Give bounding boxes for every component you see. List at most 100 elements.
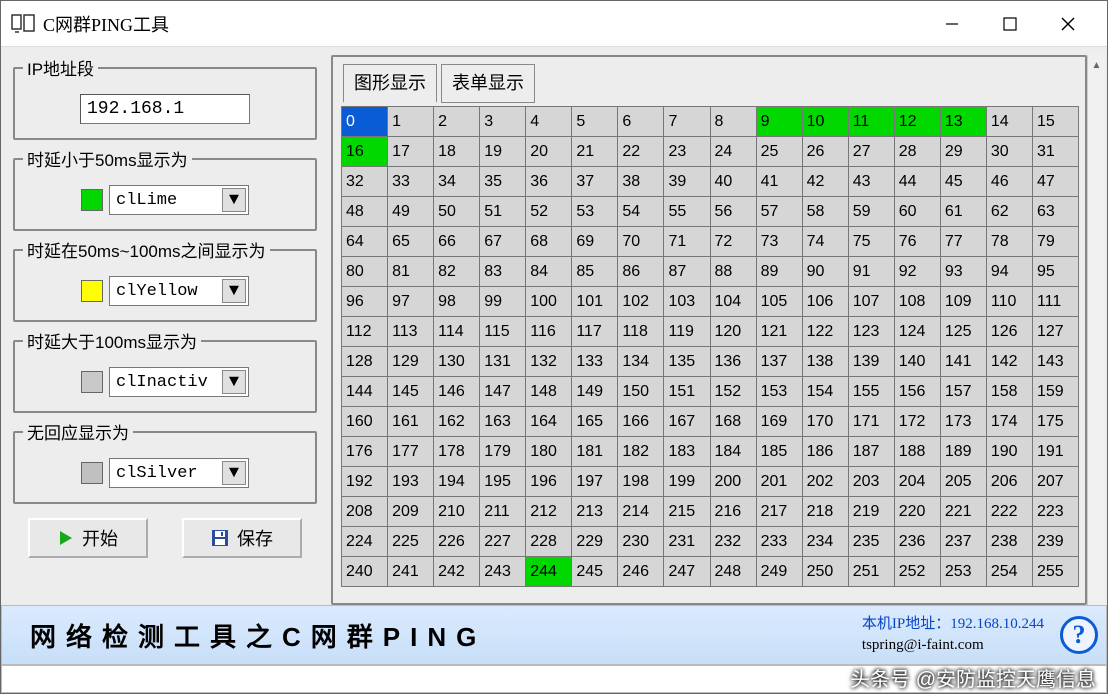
ip-cell[interactable]: 202 xyxy=(803,467,849,497)
ip-cell[interactable]: 180 xyxy=(526,437,572,467)
ip-cell[interactable]: 231 xyxy=(664,527,710,557)
ip-cell[interactable]: 90 xyxy=(803,257,849,287)
ip-cell[interactable]: 148 xyxy=(526,377,572,407)
ip-cell[interactable]: 84 xyxy=(526,257,572,287)
ip-cell[interactable]: 110 xyxy=(987,287,1033,317)
ip-cell[interactable]: 224 xyxy=(342,527,388,557)
ip-cell[interactable]: 210 xyxy=(434,497,480,527)
ip-cell[interactable]: 108 xyxy=(895,287,941,317)
ip-cell[interactable]: 4 xyxy=(526,107,572,137)
ip-cell[interactable]: 33 xyxy=(388,167,434,197)
ip-cell[interactable]: 54 xyxy=(618,197,664,227)
ip-cell[interactable]: 81 xyxy=(388,257,434,287)
ip-cell[interactable]: 149 xyxy=(572,377,618,407)
ip-cell[interactable]: 80 xyxy=(342,257,388,287)
ip-cell[interactable]: 93 xyxy=(941,257,987,287)
ip-cell[interactable]: 47 xyxy=(1033,167,1079,197)
ip-cell[interactable]: 167 xyxy=(664,407,710,437)
ip-cell[interactable]: 59 xyxy=(849,197,895,227)
minimize-button[interactable] xyxy=(923,1,981,47)
ip-cell[interactable]: 133 xyxy=(572,347,618,377)
ip-cell[interactable]: 79 xyxy=(1033,227,1079,257)
ip-cell[interactable]: 176 xyxy=(342,437,388,467)
ip-cell[interactable]: 100 xyxy=(526,287,572,317)
ip-cell[interactable]: 122 xyxy=(803,317,849,347)
ip-cell[interactable]: 43 xyxy=(849,167,895,197)
ip-cell[interactable]: 121 xyxy=(757,317,803,347)
ip-cell[interactable]: 63 xyxy=(1033,197,1079,227)
ip-cell[interactable]: 134 xyxy=(618,347,664,377)
ip-cell[interactable]: 45 xyxy=(941,167,987,197)
ip-cell[interactable]: 216 xyxy=(711,497,757,527)
ip-cell[interactable]: 86 xyxy=(618,257,664,287)
ip-cell[interactable]: 17 xyxy=(388,137,434,167)
ip-cell[interactable]: 107 xyxy=(849,287,895,317)
ip-cell[interactable]: 182 xyxy=(618,437,664,467)
ip-cell[interactable]: 119 xyxy=(664,317,710,347)
ip-cell[interactable]: 11 xyxy=(849,107,895,137)
ip-cell[interactable]: 253 xyxy=(941,557,987,587)
ip-cell[interactable]: 98 xyxy=(434,287,480,317)
start-button[interactable]: 开始 xyxy=(28,518,148,558)
ip-cell[interactable]: 209 xyxy=(388,497,434,527)
ip-cell[interactable]: 160 xyxy=(342,407,388,437)
ip-cell[interactable]: 146 xyxy=(434,377,480,407)
ip-cell[interactable]: 242 xyxy=(434,557,480,587)
ip-cell[interactable]: 214 xyxy=(618,497,664,527)
ip-cell[interactable]: 155 xyxy=(849,377,895,407)
ip-cell[interactable]: 192 xyxy=(342,467,388,497)
ip-cell[interactable]: 158 xyxy=(987,377,1033,407)
ip-cell[interactable]: 154 xyxy=(803,377,849,407)
ip-cell[interactable]: 76 xyxy=(895,227,941,257)
ip-cell[interactable]: 166 xyxy=(618,407,664,437)
ip-cell[interactable]: 102 xyxy=(618,287,664,317)
ip-cell[interactable]: 20 xyxy=(526,137,572,167)
ip-cell[interactable]: 65 xyxy=(388,227,434,257)
ip-cell[interactable]: 168 xyxy=(711,407,757,437)
ip-cell[interactable]: 112 xyxy=(342,317,388,347)
ip-cell[interactable]: 131 xyxy=(480,347,526,377)
ip-cell[interactable]: 9 xyxy=(757,107,803,137)
ip-cell[interactable]: 68 xyxy=(526,227,572,257)
save-button[interactable]: 保存 xyxy=(182,518,302,558)
ip-cell[interactable]: 14 xyxy=(987,107,1033,137)
latency-low-combo[interactable]: clLime ▼ xyxy=(109,185,249,215)
ip-cell[interactable]: 46 xyxy=(987,167,1033,197)
ip-cell[interactable]: 94 xyxy=(987,257,1033,287)
ip-cell[interactable]: 244 xyxy=(526,557,572,587)
ip-cell[interactable]: 27 xyxy=(849,137,895,167)
ip-cell[interactable]: 215 xyxy=(664,497,710,527)
ip-cell[interactable]: 136 xyxy=(711,347,757,377)
ip-cell[interactable]: 92 xyxy=(895,257,941,287)
ip-cell[interactable]: 1 xyxy=(388,107,434,137)
ip-cell[interactable]: 151 xyxy=(664,377,710,407)
ip-cell[interactable]: 177 xyxy=(388,437,434,467)
ip-cell[interactable]: 245 xyxy=(572,557,618,587)
ip-cell[interactable]: 5 xyxy=(572,107,618,137)
ip-cell[interactable]: 126 xyxy=(987,317,1033,347)
ip-cell[interactable]: 39 xyxy=(664,167,710,197)
ip-cell[interactable]: 185 xyxy=(757,437,803,467)
ip-cell[interactable]: 105 xyxy=(757,287,803,317)
ip-cell[interactable]: 51 xyxy=(480,197,526,227)
ip-cell[interactable]: 238 xyxy=(987,527,1033,557)
ip-cell[interactable]: 181 xyxy=(572,437,618,467)
ip-cell[interactable]: 25 xyxy=(757,137,803,167)
ip-cell[interactable]: 218 xyxy=(803,497,849,527)
ip-cell[interactable]: 62 xyxy=(987,197,1033,227)
ip-cell[interactable]: 138 xyxy=(803,347,849,377)
ip-cell[interactable]: 117 xyxy=(572,317,618,347)
ip-cell[interactable]: 203 xyxy=(849,467,895,497)
ip-cell[interactable]: 42 xyxy=(803,167,849,197)
ip-cell[interactable]: 230 xyxy=(618,527,664,557)
ip-cell[interactable]: 8 xyxy=(711,107,757,137)
ip-cell[interactable]: 26 xyxy=(803,137,849,167)
ip-cell[interactable]: 219 xyxy=(849,497,895,527)
ip-cell[interactable]: 195 xyxy=(480,467,526,497)
ip-cell[interactable]: 199 xyxy=(664,467,710,497)
ip-cell[interactable]: 236 xyxy=(895,527,941,557)
ip-cell[interactable]: 170 xyxy=(803,407,849,437)
close-button[interactable] xyxy=(1039,1,1097,47)
ip-cell[interactable]: 0 xyxy=(342,107,388,137)
ip-cell[interactable]: 69 xyxy=(572,227,618,257)
